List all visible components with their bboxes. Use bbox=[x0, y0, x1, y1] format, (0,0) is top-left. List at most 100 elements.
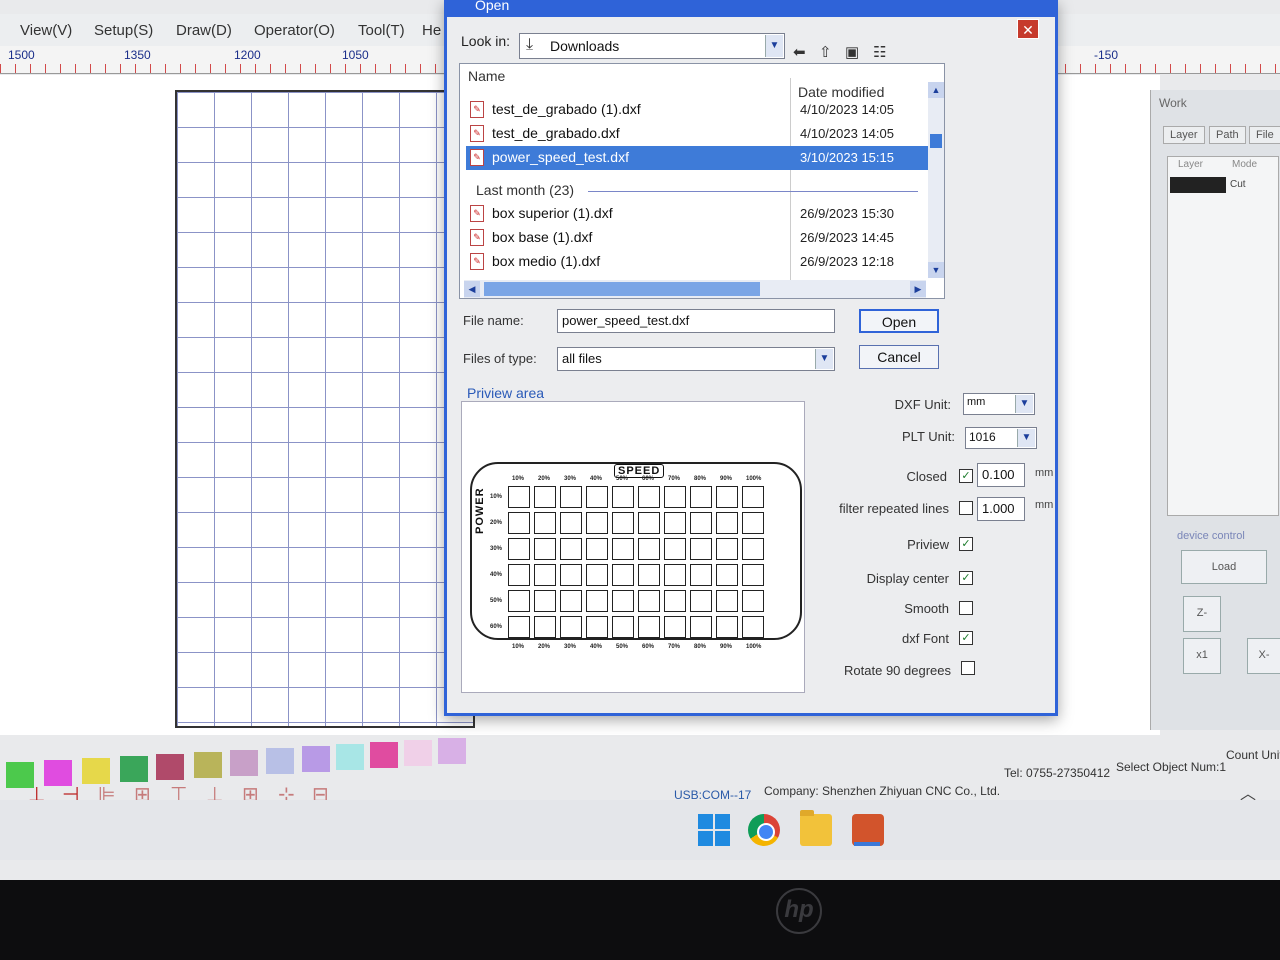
view-menu-icon[interactable]: ☷ bbox=[873, 43, 886, 61]
dxf-unit-dropdown[interactable]: mm ▼ bbox=[963, 393, 1035, 415]
menu-operator[interactable]: Operator(O) bbox=[254, 22, 335, 39]
palette-swatch[interactable] bbox=[194, 752, 222, 778]
speed-percent-label: 40% bbox=[590, 476, 603, 482]
preview-option-label: Priview bbox=[907, 537, 949, 552]
test-cell bbox=[612, 512, 634, 534]
chrome-icon[interactable] bbox=[748, 814, 780, 846]
speed-percent-label: 80% bbox=[694, 476, 707, 482]
palette-swatch[interactable] bbox=[438, 738, 466, 764]
preview-checkbox[interactable]: ✓ bbox=[959, 537, 973, 551]
file-row[interactable]: ✎ box base (1).dxf 26/9/2023 14:45 bbox=[466, 226, 928, 250]
tab-path[interactable]: Path bbox=[1209, 126, 1246, 144]
chevron-down-icon[interactable]: ▼ bbox=[765, 35, 783, 57]
up-folder-icon[interactable]: ⇧ bbox=[819, 43, 832, 61]
speed-percent-label: 70% bbox=[668, 644, 681, 650]
laser-app-icon[interactable] bbox=[852, 814, 884, 846]
dxf-font-label: dxf Font bbox=[902, 631, 949, 646]
menu-tool[interactable]: Tool(T) bbox=[358, 22, 405, 39]
z-minus-button[interactable]: Z- bbox=[1183, 596, 1221, 632]
folder-icon[interactable] bbox=[800, 810, 832, 846]
tab-layer[interactable]: Layer bbox=[1163, 126, 1205, 144]
file-row[interactable]: ✎ box superior (1).dxf 26/9/2023 15:30 bbox=[466, 202, 928, 226]
name-column-header[interactable]: Name bbox=[468, 68, 505, 84]
test-cell bbox=[664, 512, 686, 534]
test-cell bbox=[586, 538, 608, 560]
open-button[interactable]: Open bbox=[859, 309, 939, 333]
test-cell bbox=[638, 538, 660, 560]
rotate-90-checkbox[interactable] bbox=[961, 661, 975, 675]
plt-unit-dropdown[interactable]: 1016 ▼ bbox=[965, 427, 1037, 449]
look-in-dropdown[interactable]: ⤓ Downloads ▼ bbox=[519, 33, 785, 59]
palette-swatch[interactable] bbox=[230, 750, 258, 776]
screen: View(V) Setup(S) Draw(D) Operator(O) Too… bbox=[0, 0, 1280, 880]
file-name-input[interactable]: power_speed_test.dxf bbox=[557, 309, 835, 333]
file-row-selected[interactable]: ✎ power_speed_test.dxf 3/10/2023 15:15 bbox=[466, 146, 928, 170]
layer-color-swatch bbox=[1170, 177, 1226, 193]
filter-tolerance-input[interactable]: 1.000 bbox=[977, 497, 1025, 521]
dxf-font-checkbox[interactable]: ✓ bbox=[959, 631, 973, 645]
horizontal-scrollbar[interactable]: ◀ ▶ bbox=[464, 280, 926, 298]
new-folder-icon[interactable]: ▣ bbox=[845, 43, 859, 61]
test-cell bbox=[690, 512, 712, 534]
file-row[interactable]: ✎ test_de_grabado.dxf 4/10/2023 14:05 bbox=[466, 122, 928, 146]
chevron-down-icon[interactable]: ▼ bbox=[1015, 395, 1033, 413]
palette-swatch[interactable] bbox=[336, 744, 364, 770]
menu-view[interactable]: View(V) bbox=[20, 22, 72, 39]
preview-power-title: POWER bbox=[474, 487, 486, 534]
palette-swatch[interactable] bbox=[302, 746, 330, 772]
vertical-scrollbar[interactable]: ▲ ▼ bbox=[928, 82, 944, 278]
file-name: box superior (1).dxf bbox=[492, 205, 613, 221]
test-cell bbox=[690, 564, 712, 586]
files-of-type-dropdown[interactable]: all files ▼ bbox=[557, 347, 835, 371]
test-cell bbox=[508, 512, 530, 534]
status-tel: Tel: 0755-27350412 bbox=[1004, 766, 1111, 780]
scroll-right-icon[interactable]: ▶ bbox=[910, 281, 926, 297]
display-center-checkbox[interactable]: ✓ bbox=[959, 571, 973, 585]
close-button[interactable]: ✕ bbox=[1017, 19, 1039, 39]
file-row[interactable]: ✎ box medio (1).dxf 26/9/2023 12:18 bbox=[466, 250, 928, 274]
vertical-scroll-thumb[interactable] bbox=[930, 134, 942, 148]
display-center-label: Display center bbox=[866, 571, 949, 586]
file-row[interactable]: ✎ test_de_grabado (1).dxf 4/10/2023 14:0… bbox=[466, 98, 928, 122]
dxf-file-icon: ✎ bbox=[470, 125, 484, 142]
x-minus-button[interactable]: X- bbox=[1247, 638, 1280, 674]
test-cell bbox=[638, 486, 660, 508]
closed-checkbox[interactable]: ✓ bbox=[959, 469, 973, 483]
group-header[interactable]: Last month (23) bbox=[476, 182, 574, 198]
test-cell bbox=[560, 538, 582, 560]
horizontal-scroll-thumb[interactable] bbox=[484, 282, 760, 296]
palette-swatch[interactable] bbox=[266, 748, 294, 774]
test-cell bbox=[586, 512, 608, 534]
smooth-checkbox[interactable] bbox=[959, 601, 973, 615]
chevron-down-icon[interactable]: ▼ bbox=[815, 349, 833, 369]
x1-button[interactable]: x1 bbox=[1183, 638, 1221, 674]
load-button[interactable]: Load bbox=[1181, 550, 1267, 584]
work-area-grid[interactable] bbox=[175, 90, 475, 728]
test-cell bbox=[612, 486, 634, 508]
closed-tolerance-input[interactable]: 0.100 bbox=[977, 463, 1025, 487]
chevron-down-icon[interactable]: ▼ bbox=[1017, 429, 1035, 447]
palette-swatch[interactable] bbox=[404, 740, 432, 766]
scroll-down-icon[interactable]: ▼ bbox=[928, 262, 944, 278]
palette-swatch[interactable] bbox=[370, 742, 398, 768]
scroll-left-icon[interactable]: ◀ bbox=[464, 281, 480, 297]
test-cell bbox=[586, 486, 608, 508]
look-in-value: Downloads bbox=[550, 38, 620, 54]
cancel-button[interactable]: Cancel bbox=[859, 345, 939, 369]
menu-setup[interactable]: Setup(S) bbox=[94, 22, 153, 39]
look-in-label: Look in: bbox=[461, 33, 511, 49]
menu-help[interactable]: He bbox=[422, 22, 441, 39]
dialog-titlebar[interactable]: Open bbox=[447, 0, 1055, 17]
test-cell bbox=[716, 564, 738, 586]
start-icon[interactable] bbox=[698, 814, 730, 846]
file-name-label: File name: bbox=[463, 313, 524, 328]
menu-draw[interactable]: Draw(D) bbox=[176, 22, 232, 39]
file-list: Name Date modified ✎ test_de_grabado (1)… bbox=[459, 63, 945, 299]
filter-repeated-lines-checkbox[interactable] bbox=[959, 501, 973, 515]
file-date: 4/10/2023 14:05 bbox=[800, 126, 894, 141]
layer-row[interactable]: Cut bbox=[1170, 177, 1276, 193]
test-cell bbox=[560, 616, 582, 638]
tab-file[interactable]: File bbox=[1249, 126, 1280, 144]
scroll-up-icon[interactable]: ▲ bbox=[928, 82, 944, 98]
back-arrow-icon[interactable]: ⬅ bbox=[793, 43, 806, 61]
